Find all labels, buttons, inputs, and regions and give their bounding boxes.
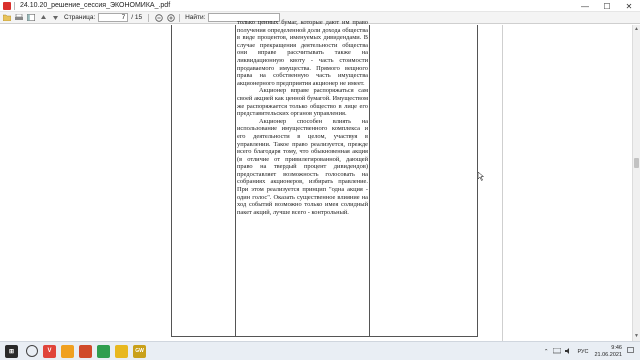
close-button[interactable]: ✕ bbox=[618, 0, 640, 12]
tray-chevron-icon[interactable]: ⌃ bbox=[544, 349, 549, 355]
document-viewer[interactable]: только ценных бумаг, которые дают им пра… bbox=[0, 19, 632, 341]
document-table: только ценных бумаг, которые дают им пра… bbox=[171, 19, 478, 337]
vertical-scrollbar[interactable]: ▲ ▼ bbox=[632, 25, 640, 341]
system-tray: ⌃ РУС 9:46 21.06.2021 bbox=[544, 342, 634, 361]
table-column-divider bbox=[235, 25, 236, 336]
app-icon bbox=[3, 1, 11, 10]
zoom-in-icon[interactable] bbox=[166, 13, 176, 23]
title-bar: 24.10.20_решение_сессия_ЭКОНОМИКА_.pdf —… bbox=[0, 0, 640, 12]
minimize-button[interactable]: — bbox=[574, 0, 596, 12]
total-pages: / 15 bbox=[131, 14, 143, 21]
taskbar-app-icon[interactable] bbox=[115, 344, 128, 358]
table-column-divider bbox=[369, 25, 370, 336]
scrollbar-thumb[interactable] bbox=[634, 158, 639, 168]
toolbar-divider bbox=[179, 13, 181, 22]
page-number-input[interactable]: 7 bbox=[98, 13, 129, 22]
scroll-down-icon[interactable]: ▼ bbox=[633, 333, 640, 340]
taskbar-app-icon[interactable] bbox=[61, 344, 74, 358]
paragraph: Акционер способен влиять на использовани… bbox=[237, 117, 368, 216]
table-cell-text: только ценных бумаг, которые дают им пра… bbox=[237, 19, 368, 216]
clock-date: 21.06.2021 bbox=[594, 351, 622, 358]
find-label: Найти: bbox=[185, 14, 206, 21]
clock[interactable]: 9:46 21.06.2021 bbox=[594, 345, 622, 359]
zoom-out-icon[interactable] bbox=[154, 13, 164, 23]
vivaldi-icon[interactable]: V bbox=[43, 344, 56, 358]
maximize-button[interactable]: ☐ bbox=[596, 0, 618, 12]
title-divider bbox=[14, 1, 15, 10]
volume-icon[interactable] bbox=[565, 347, 572, 356]
sidebar-toggle-icon[interactable] bbox=[26, 13, 36, 23]
taskbar: ⊞ V GW ⌃ РУС 9:46 21.06.2021 bbox=[0, 341, 640, 360]
paragraph: только ценных бумаг, которые дают им пра… bbox=[237, 19, 368, 87]
search-icon[interactable] bbox=[26, 345, 38, 357]
page-label: Страница: bbox=[64, 14, 96, 21]
print-icon[interactable] bbox=[14, 13, 24, 23]
notifications-icon[interactable] bbox=[627, 347, 634, 356]
pdf-page: только ценных бумаг, которые дают им пра… bbox=[131, 19, 503, 341]
paragraph: Акционер вправе распоряжаться сам своей … bbox=[237, 87, 368, 118]
network-icon[interactable] bbox=[553, 347, 562, 356]
open-folder-icon[interactable] bbox=[2, 13, 12, 23]
next-page-icon[interactable] bbox=[50, 13, 60, 23]
taskbar-app-icon[interactable] bbox=[79, 344, 92, 358]
window-title: 24.10.20_решение_сессия_ЭКОНОМИКА_.pdf bbox=[20, 2, 171, 9]
scroll-up-icon[interactable]: ▲ bbox=[633, 26, 640, 33]
mouse-cursor-icon bbox=[477, 171, 485, 184]
clock-time: 9:46 bbox=[611, 344, 622, 351]
prev-page-icon[interactable] bbox=[38, 13, 48, 23]
taskbar-app-gw-icon[interactable]: GW bbox=[133, 344, 146, 358]
language-indicator[interactable]: РУС bbox=[577, 349, 588, 355]
start-button[interactable]: ⊞ bbox=[5, 344, 18, 358]
toolbar-divider bbox=[148, 13, 150, 22]
taskbar-app-icon[interactable] bbox=[97, 344, 110, 358]
